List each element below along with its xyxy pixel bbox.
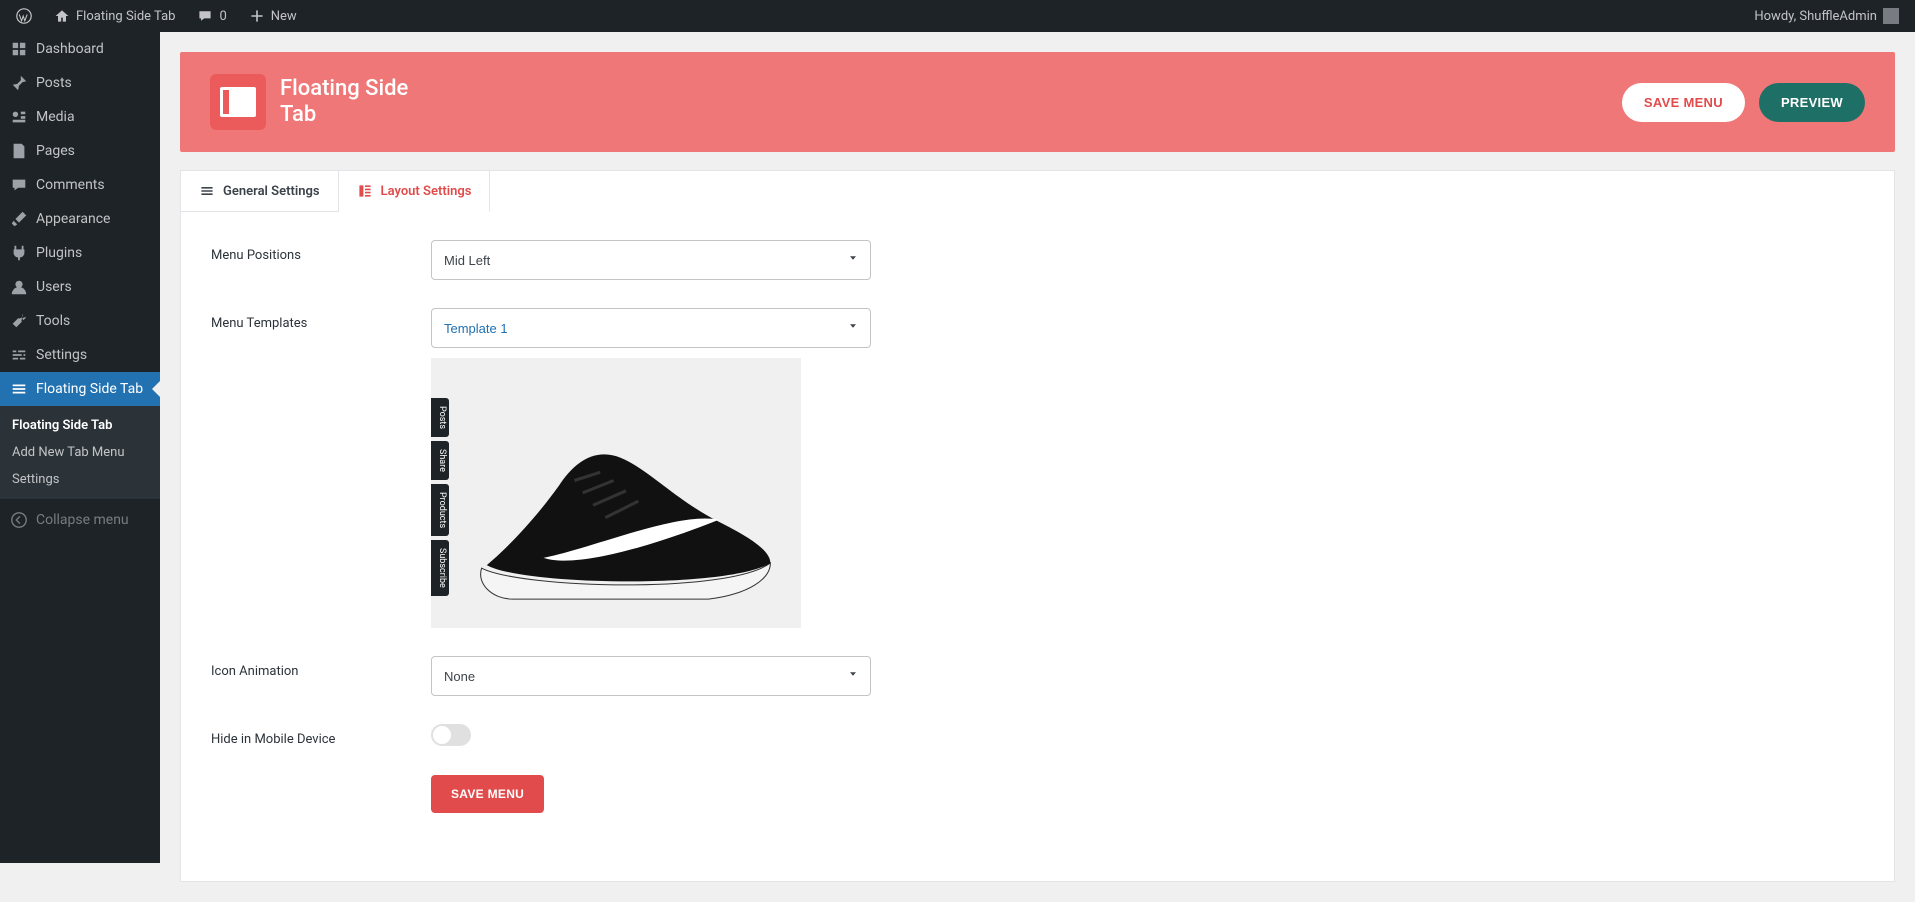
menu-icon: [10, 380, 28, 398]
comments-count: 0: [219, 9, 226, 24]
submenu-label: Settings: [12, 472, 59, 487]
preview-sidetab: Posts: [431, 398, 449, 437]
site-name: Floating Side Tab: [76, 9, 175, 24]
media-icon: [10, 108, 28, 126]
icon-animation-select[interactable]: None: [431, 656, 871, 696]
menu-positions-label: Menu Positions: [211, 240, 431, 263]
preview-sidetab: Products: [431, 484, 449, 536]
tab-layout[interactable]: Layout Settings: [339, 171, 491, 212]
wordpress-icon: [16, 8, 32, 24]
sidebar-item-comments[interactable]: Comments: [0, 168, 160, 202]
preview-sidetab: Share: [431, 441, 449, 480]
layout-icon: [357, 183, 373, 199]
sidebar-item-label: Tools: [36, 313, 70, 329]
save-menu-button[interactable]: SAVE MENU: [1622, 83, 1745, 122]
sidebar-item-label: Dashboard: [36, 41, 104, 57]
sidebar-item-appearance[interactable]: Appearance: [0, 202, 160, 236]
wrench-icon: [10, 312, 28, 330]
tab-label: General Settings: [223, 184, 320, 199]
submenu-label: Add New Tab Menu: [12, 445, 125, 460]
plugin-logo: [210, 74, 266, 130]
page-icon: [10, 142, 28, 160]
tab-label: Layout Settings: [381, 184, 472, 199]
brush-icon: [10, 210, 28, 228]
sidebar-item-label: Pages: [36, 143, 75, 159]
comment-icon: [197, 8, 213, 24]
settings-tabs: General Settings Layout Settings: [180, 170, 1895, 212]
collapse-label: Collapse menu: [36, 512, 129, 528]
sidebar-item-label: Floating Side Tab: [36, 381, 143, 397]
sidebar-item-label: Settings: [36, 347, 87, 363]
submenu-item-settings[interactable]: Settings: [0, 466, 160, 493]
sidebar-item-media[interactable]: Media: [0, 100, 160, 134]
chevron-left-circle-icon: [10, 511, 28, 529]
wp-logo-link[interactable]: [8, 8, 40, 24]
admin-bar: Floating Side Tab 0 New Howdy, ShuffleAd…: [0, 0, 1915, 32]
sidebar-item-dashboard[interactable]: Dashboard: [0, 32, 160, 66]
site-link[interactable]: Floating Side Tab: [46, 8, 183, 24]
hide-mobile-label: Hide in Mobile Device: [211, 724, 431, 747]
avatar: [1883, 8, 1899, 24]
sidebar-item-label: Posts: [36, 75, 72, 91]
sidebar-item-floating[interactable]: Floating Side Tab: [0, 372, 160, 406]
user-icon: [10, 278, 28, 296]
collapse-menu-button[interactable]: Collapse menu: [0, 503, 160, 537]
sliders-icon: [10, 346, 28, 364]
shoe-illustration: [461, 398, 791, 615]
sidebar-item-posts[interactable]: Posts: [0, 66, 160, 100]
plug-icon: [10, 244, 28, 262]
hide-mobile-toggle[interactable]: [431, 724, 471, 746]
sidebar-item-label: Users: [36, 279, 72, 295]
tab-general[interactable]: General Settings: [181, 171, 339, 212]
submenu-label: Floating Side Tab: [12, 418, 112, 433]
sidebar-item-pages[interactable]: Pages: [0, 134, 160, 168]
preview-button[interactable]: PREVIEW: [1759, 83, 1865, 122]
menu-positions-select[interactable]: Mid Left: [431, 240, 871, 280]
menu-templates-label: Menu Templates: [211, 308, 431, 331]
greeting-text: Howdy, ShuffleAdmin: [1754, 9, 1877, 24]
sidebar-item-plugins[interactable]: Plugins: [0, 236, 160, 270]
layout-settings-panel: Menu Positions Mid Left Menu Templates T…: [180, 212, 1895, 882]
sidebar-item-label: Appearance: [36, 211, 110, 227]
submenu-item-list[interactable]: Floating Side Tab: [0, 412, 160, 439]
comment-icon: [10, 176, 28, 194]
save-menu-button-bottom[interactable]: SAVE MENU: [431, 775, 544, 813]
hamburger-icon: [199, 183, 215, 199]
plugin-title: Floating Side Tab: [280, 76, 420, 129]
dashboard-icon: [10, 40, 28, 58]
content-area: Floating Side Tab SAVE MENU PREVIEW Gene…: [160, 0, 1915, 902]
sidebar-item-label: Comments: [36, 177, 105, 193]
submenu-item-add[interactable]: Add New Tab Menu: [0, 439, 160, 466]
plugin-header: Floating Side Tab SAVE MENU PREVIEW: [180, 52, 1895, 152]
menu-templates-select[interactable]: Template 1: [431, 308, 871, 348]
new-content-link[interactable]: New: [241, 8, 305, 24]
sidebar-item-tools[interactable]: Tools: [0, 304, 160, 338]
sidebar-item-settings[interactable]: Settings: [0, 338, 160, 372]
icon-animation-label: Icon Animation: [211, 656, 431, 679]
new-label: New: [271, 9, 297, 24]
sidebar-item-label: Media: [36, 109, 75, 125]
preview-sidetab: Subscribe: [431, 540, 449, 596]
admin-sidebar: Dashboard Posts Media Pages Comments App…: [0, 32, 160, 863]
home-icon: [54, 8, 70, 24]
comments-link[interactable]: 0: [189, 8, 234, 24]
sidebar-item-label: Plugins: [36, 245, 82, 261]
pin-icon: [10, 74, 28, 92]
user-greeting[interactable]: Howdy, ShuffleAdmin: [1746, 8, 1907, 24]
sidebar-item-users[interactable]: Users: [0, 270, 160, 304]
plus-icon: [249, 8, 265, 24]
sidebar-submenu: Floating Side Tab Add New Tab Menu Setti…: [0, 406, 160, 499]
template-preview: Posts Share Products Subscribe: [431, 358, 801, 628]
